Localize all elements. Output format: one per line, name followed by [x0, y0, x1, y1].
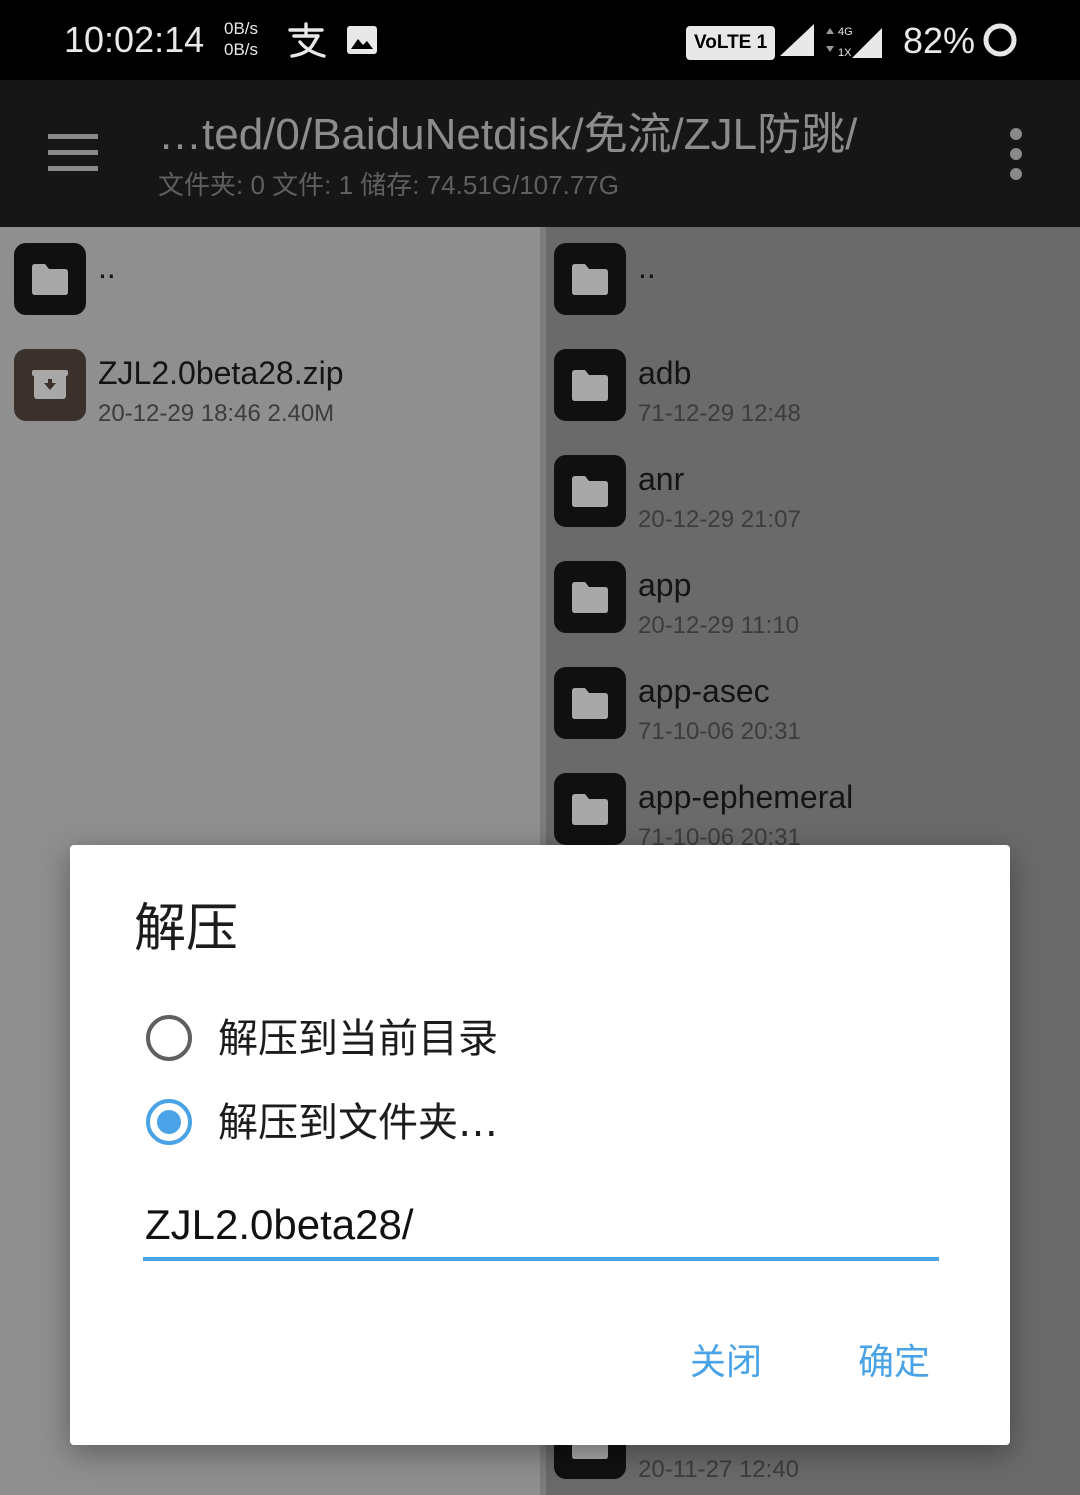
- signal-4g-icon: 4G 1X: [826, 26, 882, 59]
- directory-stats: 文件夹: 0 文件: 1 储存: 74.51G/107.77G: [158, 170, 619, 200]
- option-extract-folder[interactable]: 解压到文件夹…: [146, 1095, 946, 1155]
- file-meta: 71-10-06 20:31: [638, 718, 801, 745]
- folder-icon: [554, 349, 626, 421]
- folder-icon: [554, 243, 626, 315]
- archive-icon: [14, 349, 86, 421]
- list-item-folder[interactable]: adb 71-12-29 12:48: [546, 333, 1080, 439]
- battery-icon: [983, 23, 1017, 57]
- net-down-speed: 0B/s: [224, 40, 259, 59]
- option-extract-current[interactable]: 解压到当前目录: [146, 1011, 946, 1071]
- list-item-folder[interactable]: anr 20-12-29 21:07: [546, 439, 1080, 545]
- screen: 10:02:14 0B/s 0B/s VoLTE 1 4G 1X 82% …te…: [0, 0, 1080, 1495]
- volte-badge: VoLTE 1: [686, 26, 776, 60]
- file-name: app-ephemeral: [638, 779, 854, 815]
- folder-name-input[interactable]: [143, 1193, 939, 1261]
- dialog-title: 解压: [134, 899, 239, 959]
- list-item-folder[interactable]: app-asec 71-10-06 20:31: [546, 651, 1080, 757]
- file-name: ..: [98, 249, 116, 285]
- image-notification-icon: [347, 26, 377, 54]
- radio-button-selected[interactable]: [146, 1099, 192, 1145]
- file-meta: 20-12-29 21:07: [638, 506, 801, 533]
- folder-icon: [554, 561, 626, 633]
- net-sub-text: 1X: [838, 47, 852, 59]
- file-name: ZJL2.0beta28.zip: [98, 355, 344, 391]
- alipay-icon: [288, 22, 326, 58]
- app-toolbar: …ted/0/BaiduNetdisk/免流/ZJL防跳/ 文件夹: 0 文件:…: [0, 80, 1080, 227]
- file-name: app-asec: [638, 673, 770, 709]
- file-meta: 20-11-27 12:40: [638, 1456, 800, 1483]
- network-speed: 0B/s 0B/s: [224, 18, 258, 60]
- radio-button[interactable]: [146, 1015, 192, 1061]
- signal-strength-icon: [780, 24, 814, 56]
- battery-percent: 82%: [903, 20, 976, 61]
- list-item-folder[interactable]: app 20-12-29 11:10: [546, 545, 1080, 651]
- close-button[interactable]: 关闭: [690, 1335, 762, 1391]
- file-meta: 20-12-29 11:10: [638, 612, 800, 639]
- list-item-zip[interactable]: ZJL2.0beta28.zip 20-12-29 18:46 2.40M: [0, 333, 540, 439]
- file-name: adb: [638, 355, 692, 391]
- net-type-text: 4G: [838, 26, 853, 38]
- status-bar: 10:02:14 0B/s 0B/s VoLTE 1 4G 1X 82%: [0, 0, 1080, 80]
- net-up-speed: 0B/s: [224, 19, 259, 38]
- radio-label: 解压到文件夹…: [218, 1100, 498, 1146]
- current-path: …ted/0/BaiduNetdisk/免流/ZJL防跳/: [158, 110, 858, 159]
- folder-icon: [14, 243, 86, 315]
- extract-dialog: 解压 解压到当前目录 解压到文件夹… 关闭 确定: [70, 845, 1010, 1445]
- list-item-parent-dir[interactable]: ..: [546, 227, 1080, 333]
- more-options-icon[interactable]: [996, 126, 1036, 182]
- ok-button[interactable]: 确定: [858, 1335, 930, 1391]
- file-name: app: [638, 567, 692, 603]
- status-time: 10:02:14: [64, 19, 205, 60]
- file-meta: 71-12-29 12:48: [638, 400, 801, 427]
- folder-icon: [554, 667, 626, 739]
- file-name: ..: [638, 249, 656, 285]
- file-meta: 20-12-29 18:46 2.40M: [98, 400, 335, 427]
- folder-icon: [554, 773, 626, 845]
- list-item-parent-dir[interactable]: ..: [0, 227, 540, 333]
- file-name: anr: [638, 461, 685, 497]
- hamburger-menu-icon[interactable]: [30, 120, 116, 186]
- radio-label: 解压到当前目录: [218, 1016, 498, 1062]
- folder-icon: [554, 455, 626, 527]
